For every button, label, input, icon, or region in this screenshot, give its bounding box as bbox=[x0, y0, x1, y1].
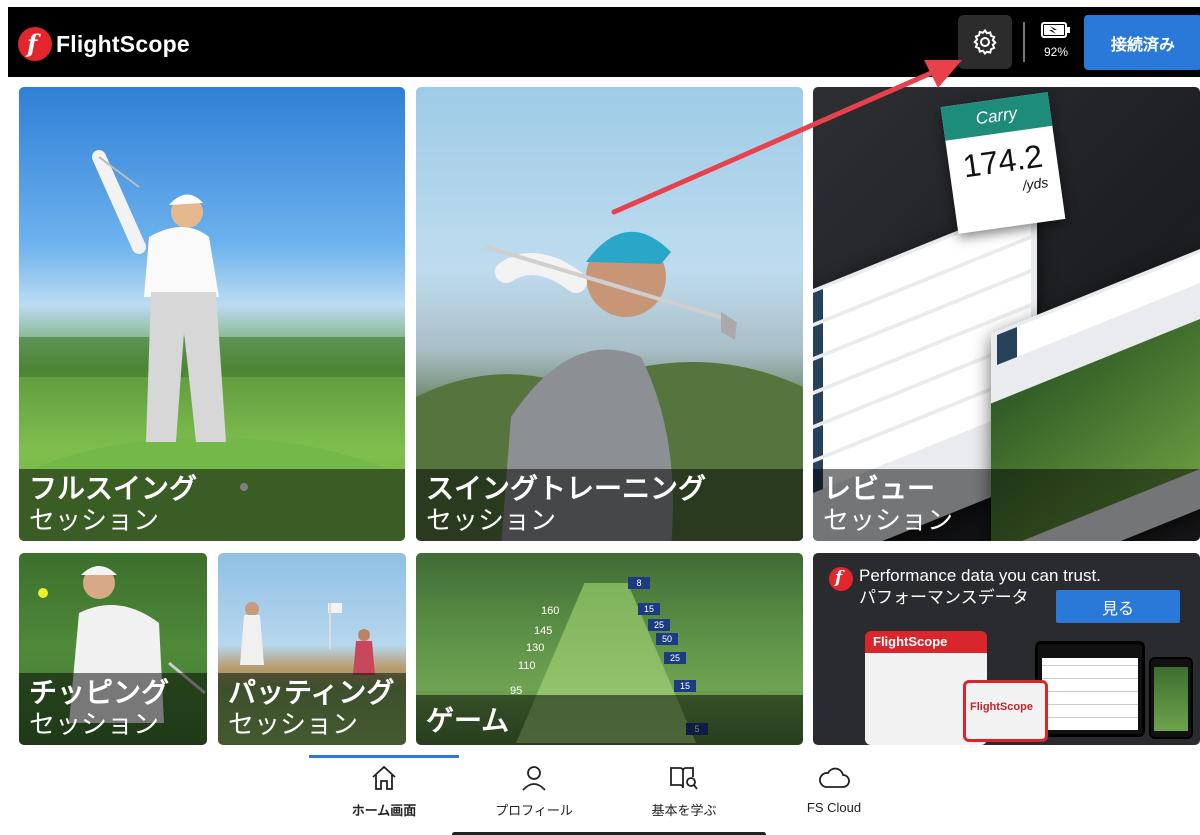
tile-subtitle: セッション bbox=[29, 709, 160, 739]
tile-putting-session[interactable]: パッティング セッション bbox=[218, 553, 406, 745]
promo-banner[interactable]: f Performance data you can trust. パフォーマン… bbox=[813, 553, 1200, 745]
tile-label: スイングトレーニング セッション bbox=[416, 469, 803, 541]
settings-button[interactable] bbox=[958, 15, 1012, 69]
tile-label: ゲーム bbox=[416, 695, 803, 745]
tab-learn[interactable]: 基本を学ぶ bbox=[609, 765, 759, 819]
tile-label: チッピング セッション bbox=[19, 673, 207, 745]
bottom-nav: ホーム画面 プロフィール 基本を学ぶ FS Cloud bbox=[0, 745, 1200, 835]
top-bar: f FlightScope 92% 接続済み bbox=[8, 7, 1200, 77]
target-marker: 15 bbox=[638, 603, 660, 615]
launch-monitor-image: FlightScope bbox=[963, 680, 1048, 742]
carry-title: Carry bbox=[940, 92, 1053, 141]
cloud-icon bbox=[819, 767, 850, 788]
profile-icon bbox=[522, 766, 546, 791]
carry-card: Carry 174.2 /yds bbox=[940, 92, 1066, 234]
view-button[interactable]: 見る bbox=[1056, 590, 1180, 623]
tile-subtitle: セッション bbox=[29, 505, 160, 535]
tile-title: パッティング bbox=[228, 677, 395, 708]
device-brand: FlightScope bbox=[873, 634, 948, 649]
tile-label: パッティング セッション bbox=[218, 673, 406, 745]
tab-label: FS Cloud bbox=[806, 800, 862, 815]
tile-swing-training-session[interactable]: スイングトレーニング セッション bbox=[416, 87, 803, 541]
active-tab-indicator bbox=[309, 755, 459, 758]
app-screen: f FlightScope 92% 接続済み フルスイング セッション スイング… bbox=[0, 0, 1200, 835]
home-icon bbox=[372, 765, 396, 790]
tab-label: プロフィール bbox=[495, 803, 573, 818]
target-marker: 25 bbox=[664, 652, 686, 664]
yardage-label: 145 bbox=[534, 625, 553, 637]
tile-label: レビュー セッション bbox=[813, 469, 1200, 541]
target-marker: 25 bbox=[648, 619, 670, 631]
flightscope-logo: f FlightScope bbox=[18, 27, 190, 61]
tile-title: スイングトレーニング bbox=[426, 473, 707, 504]
tile-label: フルスイング セッション bbox=[19, 469, 405, 541]
device-brand: FlightScope bbox=[970, 701, 1033, 713]
yardage-label: 160 bbox=[541, 605, 560, 617]
tab-label: ホーム画面 bbox=[351, 803, 417, 818]
tile-title: チッピング bbox=[29, 677, 170, 708]
tile-title: ゲーム bbox=[426, 705, 510, 736]
tile-subtitle: セッション bbox=[228, 709, 359, 739]
tile-title: フルスイング bbox=[29, 473, 198, 504]
yardage-label: 130 bbox=[526, 642, 545, 654]
tile-subtitle: セッション bbox=[426, 505, 557, 535]
target-marker: 8 bbox=[628, 577, 650, 589]
tile-review-session[interactable]: Carry 174.2 /yds レビュー セッション bbox=[813, 87, 1200, 541]
tile-full-swing-session[interactable]: フルスイング セッション bbox=[19, 87, 405, 541]
flightscope-logo-icon: f bbox=[829, 567, 853, 591]
tab-label: 基本を学ぶ bbox=[651, 803, 717, 818]
tablet-image bbox=[1035, 641, 1145, 737]
battery-indicator: 92% bbox=[1036, 22, 1076, 62]
target-marker: 15 bbox=[674, 680, 696, 692]
phone-image bbox=[1149, 657, 1193, 739]
tab-profile[interactable]: プロフィール bbox=[459, 765, 609, 819]
brand-name: FlightScope bbox=[56, 30, 190, 57]
battery-charging-icon bbox=[1041, 22, 1070, 38]
tile-title: レビュー bbox=[823, 473, 936, 504]
gear-icon bbox=[973, 28, 997, 55]
target-marker: 50 bbox=[656, 633, 678, 645]
tab-home[interactable]: ホーム画面 bbox=[309, 765, 459, 819]
connected-button[interactable]: 接続済み bbox=[1084, 15, 1200, 70]
yardage-label: 110 bbox=[518, 660, 536, 672]
learn-book-icon bbox=[670, 767, 698, 790]
tile-subtitle: セッション bbox=[823, 505, 954, 535]
divider bbox=[1023, 22, 1025, 62]
tile-game[interactable]: 160 145 130 110 95 8 15 25 50 25 15 5 ゲー… bbox=[416, 553, 803, 745]
promo-headline: Performance data you can trust. bbox=[859, 566, 1101, 585]
tab-fs-cloud[interactable]: FS Cloud bbox=[759, 765, 909, 815]
battery-percent: 92% bbox=[1043, 45, 1069, 59]
tile-chipping-session[interactable]: チッピング セッション bbox=[19, 553, 207, 745]
flightscope-logo-icon: f bbox=[18, 27, 52, 61]
